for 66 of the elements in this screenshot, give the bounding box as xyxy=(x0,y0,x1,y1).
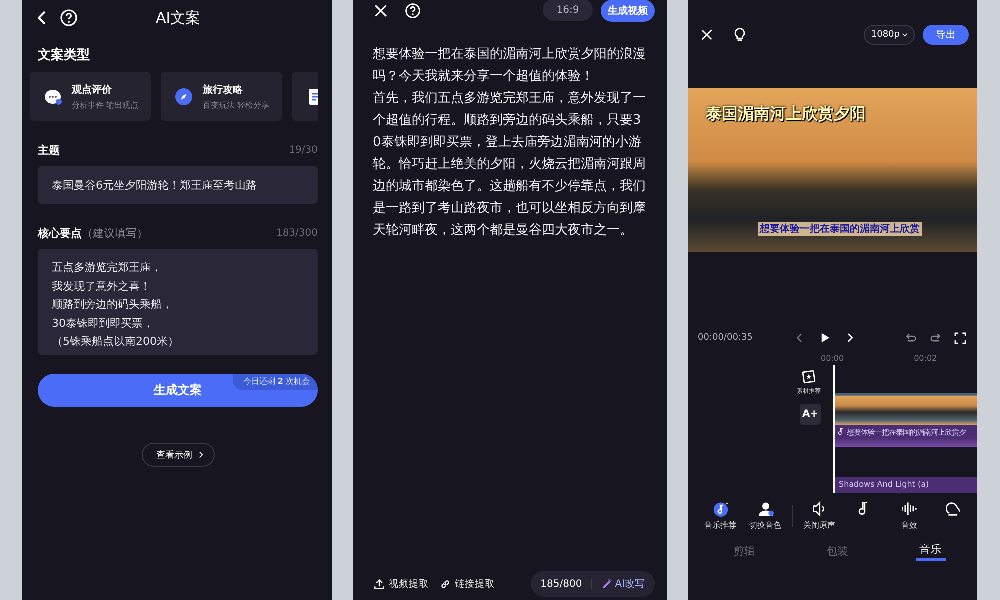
pen-icon xyxy=(601,578,614,590)
type-card[interactable]: 旅行攻略 百变玩法 轻松分享 xyxy=(161,72,282,121)
generate-video-button[interactable]: 生成视频 xyxy=(601,0,655,22)
title-caption: 泰国湄南河上欣赏夕阳 xyxy=(706,104,866,125)
generated-text: 想要体验一把在泰国的湄南河上欣赏夕阳的浪漫吗？今天我就来分享一个超值的体验！ 首先，我们五点多游览完郑王庙，意外发现了一个超值的行程。顺路到旁边的码头乘船，只要30泰铢即到即买票，登上去庙旁边湄南河的小游轮。恰巧赶上绝美的夕阳，火烧云把湄南河跟周边的城市都染色了。这趟船有不少停靠点，我们是一路到了考山路夜市，也可以坐相反方向到摩天轮河畔夜，这两个都是曼谷四大夜市之一。 xyxy=(373,46,647,240)
close-icon xyxy=(373,3,389,19)
fullscreen-button[interactable] xyxy=(954,332,967,344)
tool-button[interactable]: 切换音色 xyxy=(743,501,788,531)
add-text-button[interactable]: A+ xyxy=(800,404,821,425)
generate-button[interactable]: 生成文案 今日还剩 2 次机会 xyxy=(38,374,318,407)
card-subtitle: 百变玩法 轻松分享 xyxy=(203,100,270,110)
card-subtitle: 分析事件 输出观点 xyxy=(72,100,139,110)
music-track[interactable]: Shadows And Light (a) xyxy=(835,476,977,493)
bottom-tab[interactable]: 剪辑 xyxy=(730,541,760,561)
hint-button[interactable] xyxy=(732,27,748,43)
card-title: 观点评价 xyxy=(72,84,113,96)
time-tick: 00:02 xyxy=(914,354,938,363)
subtitle-caption: 想要体验一把在泰国的湄南河上欣赏 xyxy=(758,222,922,236)
bottom-tab[interactable]: 音乐 xyxy=(916,541,946,561)
tool-button[interactable]: 音乐推荐 xyxy=(698,501,743,531)
photo-cards-icon xyxy=(801,369,817,385)
person-icon xyxy=(758,501,774,517)
help-button[interactable] xyxy=(405,3,421,19)
music-disc-icon xyxy=(712,501,728,517)
char-count: 183/300 xyxy=(276,228,318,239)
hint-text: （建议填写） xyxy=(82,226,148,241)
type-card[interactable]: 观点评价 分析事件 输出观点 xyxy=(30,72,151,121)
example-button[interactable]: 查看示例 xyxy=(142,443,214,467)
upload-icon xyxy=(373,578,386,590)
card-title: 旅行攻略 xyxy=(203,84,244,96)
playback-time: 00:00/00:35 xyxy=(698,333,754,343)
section-heading: 文案类型 xyxy=(38,46,91,64)
speaker-icon xyxy=(811,501,828,517)
field-label: 核心要点 xyxy=(38,226,82,241)
field-label: 主题 xyxy=(38,143,60,158)
chat-bubble-icon xyxy=(44,88,62,106)
fullscreen-icon xyxy=(954,332,967,344)
link-extract-button[interactable]: 链接提取 xyxy=(439,578,495,590)
quota-badge: 今日还剩 2 次机会 xyxy=(233,374,318,390)
tool-button[interactable]: 音效 xyxy=(886,501,932,531)
light-bulb-icon xyxy=(732,27,748,43)
time-tick: 00:00 xyxy=(821,354,844,363)
ai-rewrite-button[interactable]: AI改写 xyxy=(601,577,645,591)
char-count: 19/30 xyxy=(289,145,318,156)
tool-button[interactable]: 关闭原声 xyxy=(796,501,842,531)
video-extract-button[interactable]: 视频提取 xyxy=(373,578,429,590)
back-button[interactable] xyxy=(38,11,46,25)
link-icon xyxy=(439,578,452,590)
help-button[interactable] xyxy=(60,9,78,27)
resolution-dropdown[interactable]: 1080p xyxy=(864,25,915,45)
page-title: AI文案 xyxy=(156,8,201,28)
video-track[interactable] xyxy=(835,393,977,426)
help-icon xyxy=(60,9,78,27)
sound-wave-icon xyxy=(901,501,918,517)
close-button[interactable] xyxy=(373,3,389,19)
compass-icon xyxy=(175,88,193,106)
close-icon xyxy=(700,28,714,42)
help-icon xyxy=(405,3,421,19)
char-count: 185/800 xyxy=(540,578,582,590)
aspect-ratio-button[interactable]: 16:9 xyxy=(543,0,593,21)
topic-field[interactable]: 泰国曼谷6元坐夕阳游轮！郑王庙至考山路 xyxy=(38,166,318,204)
music-note-icon xyxy=(837,428,845,436)
close-button[interactable] xyxy=(700,28,714,42)
key-points-field[interactable]: 五点多游览完郑王庙， 我发现了意外之喜！ 顺路到旁边的码头乘船， 30泰铢即到即买票， （5铢乘船点以南200米） xyxy=(38,249,318,355)
back-icon xyxy=(38,11,46,25)
export-button[interactable]: 导出 xyxy=(923,25,969,45)
